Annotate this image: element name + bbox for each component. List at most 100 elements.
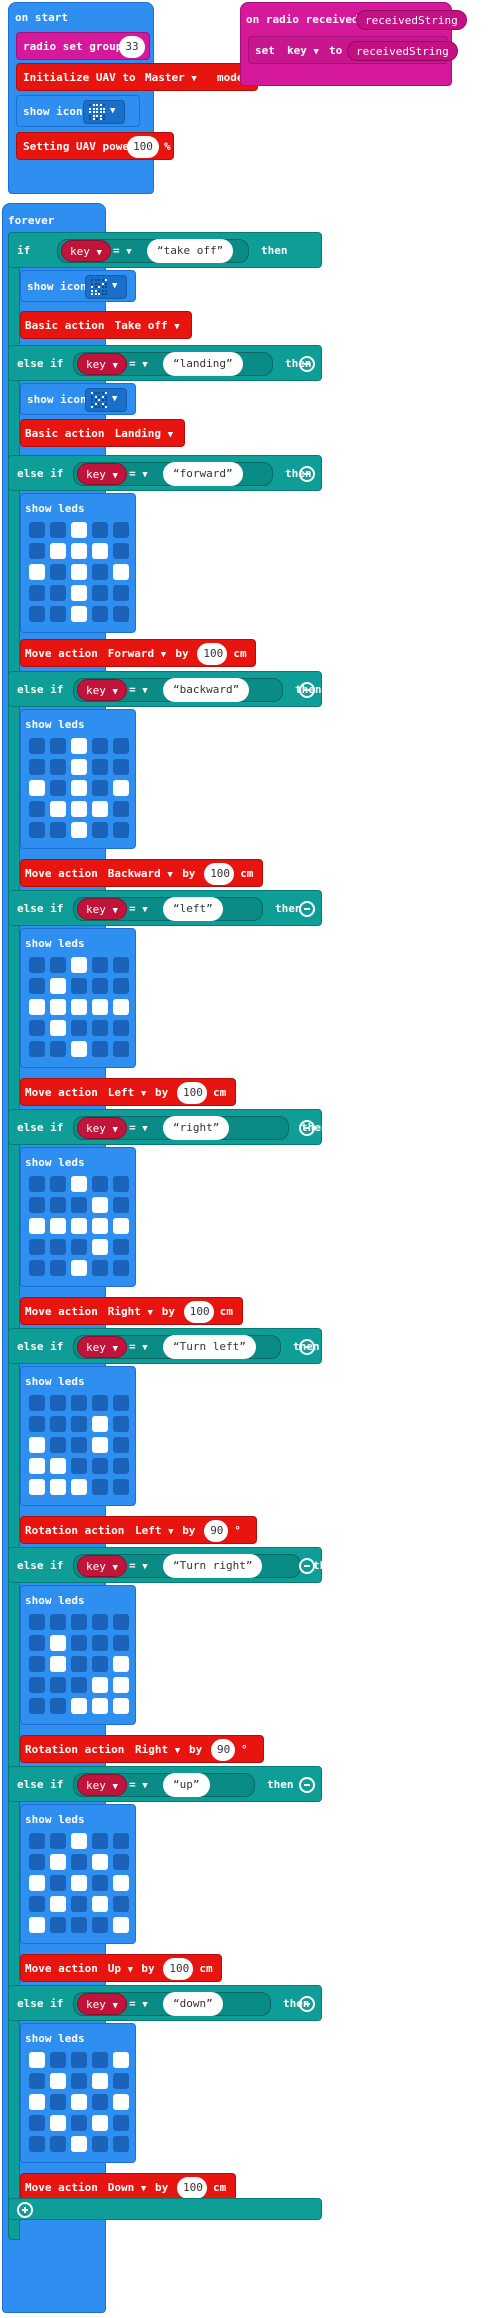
led-cell[interactable] bbox=[92, 1677, 108, 1693]
led-cell[interactable] bbox=[29, 1239, 45, 1255]
led-cell[interactable] bbox=[113, 1176, 129, 1192]
key-variable[interactable]: key ▼ bbox=[77, 1336, 127, 1358]
action-dropdown[interactable]: Forward ▼ bbox=[108, 647, 166, 662]
led-cell[interactable] bbox=[50, 759, 66, 775]
led-cell[interactable] bbox=[92, 1896, 108, 1912]
show-leds-block[interactable]: show leds bbox=[20, 493, 136, 633]
radio-set-group-block[interactable]: radio set group 33 bbox=[16, 32, 150, 60]
condition-string-input[interactable]: “left” bbox=[163, 897, 223, 921]
else-if-condition-row[interactable]: else if key ▼ = ▼ “right” then bbox=[8, 1109, 328, 1145]
led-cell[interactable] bbox=[92, 1176, 108, 1192]
led-cell[interactable] bbox=[50, 1218, 66, 1234]
else-if-condition-row[interactable]: else if key ▼ = ▼ “down” then bbox=[8, 1985, 322, 2021]
led-cell[interactable] bbox=[113, 2094, 129, 2110]
led-cell[interactable] bbox=[71, 1917, 87, 1933]
led-cell[interactable] bbox=[71, 1614, 87, 1630]
led-cell[interactable] bbox=[71, 1458, 87, 1474]
led-cell[interactable] bbox=[29, 564, 45, 580]
remove-branch-icon[interactable] bbox=[299, 1996, 315, 2012]
led-cell[interactable] bbox=[71, 1041, 87, 1057]
led-cell[interactable] bbox=[50, 1458, 66, 1474]
led-cell[interactable] bbox=[29, 1197, 45, 1213]
led-cell[interactable] bbox=[113, 1416, 129, 1432]
led-cell[interactable] bbox=[71, 564, 87, 580]
led-cell[interactable] bbox=[113, 1677, 129, 1693]
led-cell[interactable] bbox=[92, 1698, 108, 1714]
action-block[interactable]: Move action Backward ▼ by 100 cm bbox=[20, 859, 264, 887]
led-cell[interactable] bbox=[71, 1833, 87, 1849]
led-cell[interactable] bbox=[113, 1698, 129, 1714]
else-if-condition-row[interactable]: else if key ▼ = ▼ “landing” then bbox=[8, 345, 322, 381]
remove-branch-icon[interactable] bbox=[299, 901, 315, 917]
action-dropdown[interactable]: Backward ▼ bbox=[108, 867, 173, 882]
led-cell[interactable] bbox=[113, 1458, 129, 1474]
led-cell[interactable] bbox=[71, 1437, 87, 1453]
led-grid[interactable] bbox=[29, 738, 133, 842]
led-cell[interactable] bbox=[92, 1020, 108, 1036]
equals-operator[interactable]: = ▼ bbox=[129, 1997, 148, 2012]
initialize-uav-block[interactable]: Initialize UAV to Master ▼ mode bbox=[16, 63, 258, 91]
led-cell[interactable] bbox=[71, 2115, 87, 2131]
led-cell[interactable] bbox=[113, 1635, 129, 1651]
led-cell[interactable] bbox=[29, 1677, 45, 1693]
icon-picker[interactable]: ▼ bbox=[85, 388, 127, 412]
led-cell[interactable] bbox=[92, 1479, 108, 1495]
action-dropdown[interactable]: Right ▼ bbox=[135, 1743, 180, 1758]
led-cell[interactable] bbox=[113, 2052, 129, 2068]
led-cell[interactable] bbox=[113, 1479, 129, 1495]
led-cell[interactable] bbox=[71, 999, 87, 1015]
led-cell[interactable] bbox=[29, 1614, 45, 1630]
led-cell[interactable] bbox=[50, 2073, 66, 2089]
key-variable[interactable]: key ▼ bbox=[77, 463, 127, 485]
led-cell[interactable] bbox=[113, 1833, 129, 1849]
led-cell[interactable] bbox=[50, 978, 66, 994]
led-cell[interactable] bbox=[113, 822, 129, 838]
led-cell[interactable] bbox=[50, 1917, 66, 1933]
led-cell[interactable] bbox=[50, 564, 66, 580]
led-cell[interactable] bbox=[113, 1656, 129, 1672]
led-cell[interactable] bbox=[92, 1854, 108, 1870]
amount-input[interactable]: 90 bbox=[211, 1739, 235, 1761]
else-if-condition-row[interactable]: else if key ▼ = ▼ “Turn right” then bbox=[8, 1547, 340, 1583]
led-cell[interactable] bbox=[71, 1677, 87, 1693]
led-cell[interactable] bbox=[113, 759, 129, 775]
equals-operator[interactable]: = ▼ bbox=[129, 1340, 148, 1355]
led-cell[interactable] bbox=[50, 1875, 66, 1891]
led-cell[interactable] bbox=[92, 543, 108, 559]
led-cell[interactable] bbox=[29, 1896, 45, 1912]
received-string-param[interactable]: receivedString bbox=[356, 10, 467, 30]
led-cell[interactable] bbox=[71, 2073, 87, 2089]
led-cell[interactable] bbox=[113, 780, 129, 796]
led-cell[interactable] bbox=[113, 1260, 129, 1276]
condition-string-input[interactable]: “landing” bbox=[163, 352, 243, 376]
led-cell[interactable] bbox=[29, 1020, 45, 1036]
led-cell[interactable] bbox=[71, 780, 87, 796]
led-cell[interactable] bbox=[113, 1197, 129, 1213]
show-icon-block[interactable]: show icon ▼ bbox=[20, 383, 136, 415]
led-cell[interactable] bbox=[29, 1260, 45, 1276]
led-cell[interactable] bbox=[29, 585, 45, 601]
led-cell[interactable] bbox=[50, 999, 66, 1015]
led-cell[interactable] bbox=[50, 1395, 66, 1411]
led-cell[interactable] bbox=[29, 2052, 45, 2068]
led-cell[interactable] bbox=[113, 2136, 129, 2152]
condition-string-input[interactable]: “Turn left” bbox=[163, 1335, 256, 1359]
led-cell[interactable] bbox=[71, 1656, 87, 1672]
action-block[interactable]: Basic action Landing ▼ bbox=[20, 419, 186, 447]
led-cell[interactable] bbox=[71, 1197, 87, 1213]
led-cell[interactable] bbox=[71, 1395, 87, 1411]
led-cell[interactable] bbox=[92, 2052, 108, 2068]
led-cell[interactable] bbox=[113, 522, 129, 538]
equals-operator[interactable]: = ▼ bbox=[113, 244, 132, 259]
led-cell[interactable] bbox=[92, 978, 108, 994]
led-cell[interactable] bbox=[71, 1239, 87, 1255]
led-cell[interactable] bbox=[29, 801, 45, 817]
led-cell[interactable] bbox=[29, 2115, 45, 2131]
led-cell[interactable] bbox=[29, 1395, 45, 1411]
led-cell[interactable] bbox=[113, 801, 129, 817]
led-cell[interactable] bbox=[92, 606, 108, 622]
led-cell[interactable] bbox=[71, 978, 87, 994]
if-block-spine[interactable] bbox=[8, 232, 20, 2240]
led-cell[interactable] bbox=[50, 801, 66, 817]
led-cell[interactable] bbox=[29, 1698, 45, 1714]
